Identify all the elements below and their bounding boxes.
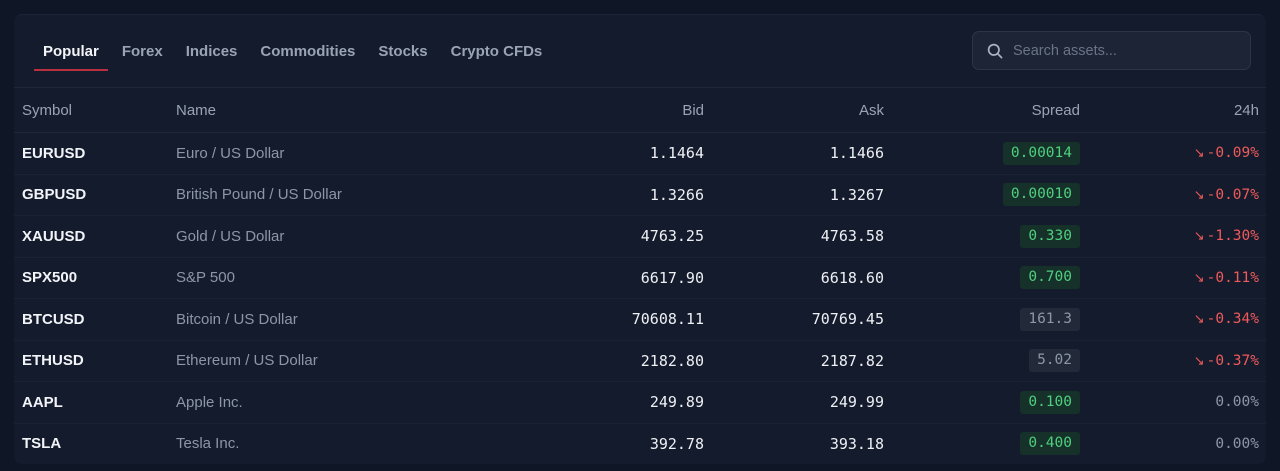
change-value: -0.37% xyxy=(1206,352,1259,369)
spread-badge: 0.00014 xyxy=(1002,141,1080,165)
name-cell: Ethereum / US Dollar xyxy=(176,340,476,382)
table-header-row: Symbol Name Bid Ask Spread 24h xyxy=(14,87,1266,133)
ask-cell: 1.3267 xyxy=(704,174,884,216)
tab-crypto-cfds[interactable]: Crypto CFDs xyxy=(442,35,552,71)
symbol-cell: GBPUSD xyxy=(14,174,176,216)
change-value: -0.34% xyxy=(1206,311,1259,328)
table-row[interactable]: AAPL Apple Inc. 249.89 249.99 0.100 0.00% xyxy=(14,381,1266,424)
change-cell: ↘ -0.07% xyxy=(1080,174,1266,216)
search-box[interactable] xyxy=(972,31,1251,70)
name-cell: Apple Inc. xyxy=(176,381,476,424)
spread-cell: 5.02 xyxy=(884,340,1080,382)
name-cell: Gold / US Dollar xyxy=(176,215,476,258)
spread-badge: 5.02 xyxy=(1029,349,1080,373)
ask-cell: 6618.60 xyxy=(704,257,884,299)
ask-cell: 4763.58 xyxy=(704,215,884,258)
change-cell: ↘ -0.34% xyxy=(1080,298,1266,341)
spread-badge: 0.330 xyxy=(1020,224,1080,248)
symbol-cell: AAPL xyxy=(14,381,176,424)
table-row[interactable]: BTCUSD Bitcoin / US Dollar 70608.11 70769.4… xyxy=(14,298,1266,341)
tab-commodities[interactable]: Commodities xyxy=(251,35,364,71)
change-cell: ↘ -0.09% xyxy=(1080,132,1266,175)
column-header-symbol[interactable]: Symbol xyxy=(14,87,176,133)
spread-badge: 0.400 xyxy=(1020,432,1080,456)
ask-cell: 393.18 xyxy=(704,423,884,464)
bid-cell: 249.89 xyxy=(476,381,704,424)
search-input[interactable] xyxy=(1013,42,1233,59)
trend-down-icon: ↘ xyxy=(1193,270,1205,286)
spread-badge: 161.3 xyxy=(1020,307,1080,331)
change-cell: 0.00% xyxy=(1080,381,1266,424)
tab-forex[interactable]: Forex xyxy=(113,35,172,71)
trend-down-icon: ↘ xyxy=(1193,312,1205,328)
bid-cell: 2182.80 xyxy=(476,340,704,382)
symbol-cell: BTCUSD xyxy=(14,298,176,341)
bid-cell: 1.1464 xyxy=(476,132,704,175)
spread-cell: 0.00014 xyxy=(884,132,1080,175)
spread-cell: 161.3 xyxy=(884,298,1080,341)
category-tabs: Popular Forex Indices Commodities Stocks… xyxy=(34,35,556,71)
asset-panel: Popular Forex Indices Commodities Stocks… xyxy=(14,14,1266,464)
trend-down-icon: ↘ xyxy=(1193,229,1205,245)
change-value: -0.07% xyxy=(1206,186,1259,203)
spread-badge: 0.00010 xyxy=(1002,183,1080,207)
spread-badge: 0.700 xyxy=(1020,266,1080,290)
spread-cell: 0.100 xyxy=(884,381,1080,424)
symbol-cell: EURUSD xyxy=(14,132,176,175)
tab-indices[interactable]: Indices xyxy=(177,35,247,71)
tab-stocks[interactable]: Stocks xyxy=(369,35,436,71)
change-cell: ↘ -1.30% xyxy=(1080,215,1266,258)
bid-cell: 392.78 xyxy=(476,423,704,464)
change-value: 0.00% xyxy=(1215,435,1259,452)
symbol-cell: XAUUSD xyxy=(14,215,176,258)
spread-cell: 0.330 xyxy=(884,215,1080,258)
table-row[interactable]: SPX500 S&P 500 6617.90 6618.60 0.700 ↘ -0.11% xyxy=(14,257,1266,299)
column-header-bid[interactable]: Bid xyxy=(476,87,704,133)
change-value: -0.09% xyxy=(1206,145,1259,162)
bid-cell: 70608.11 xyxy=(476,298,704,341)
bid-cell: 4763.25 xyxy=(476,215,704,258)
name-cell: Euro / US Dollar xyxy=(176,132,476,175)
table-body: EURUSD Euro / US Dollar 1.1464 1.1466 0.0001… xyxy=(14,132,1266,464)
table-row[interactable]: GBPUSD British Pound / US Dollar 1.3266 1.3… xyxy=(14,174,1266,216)
name-cell: Tesla Inc. xyxy=(176,423,476,464)
column-header-name[interactable]: Name xyxy=(176,87,476,133)
column-header-spread[interactable]: Spread xyxy=(884,87,1080,133)
bid-cell: 6617.90 xyxy=(476,257,704,299)
change-value: 0.00% xyxy=(1215,394,1259,411)
symbol-cell: SPX500 xyxy=(14,257,176,299)
change-value: -1.30% xyxy=(1206,228,1259,245)
ask-cell: 2187.82 xyxy=(704,340,884,382)
change-cell: 0.00% xyxy=(1080,423,1266,464)
table-row[interactable]: EURUSD Euro / US Dollar 1.1464 1.1466 0.0001… xyxy=(14,132,1266,175)
name-cell: British Pound / US Dollar xyxy=(176,174,476,216)
trend-down-icon: ↘ xyxy=(1193,146,1205,162)
assets-table: Symbol Name Bid Ask Spread 24h EURUSD Eur… xyxy=(14,87,1266,464)
asset-toolbar: Popular Forex Indices Commodities Stocks… xyxy=(14,15,1266,87)
spread-cell: 0.00010 xyxy=(884,174,1080,216)
symbol-cell: ETHUSD xyxy=(14,340,176,382)
spread-cell: 0.400 xyxy=(884,423,1080,464)
trend-down-icon: ↘ xyxy=(1193,187,1205,203)
table-row[interactable]: TSLA Tesla Inc. 392.78 393.18 0.400 0.00% xyxy=(14,423,1266,464)
symbol-cell: TSLA xyxy=(14,423,176,464)
trend-down-icon: ↘ xyxy=(1193,353,1205,369)
change-cell: ↘ -0.37% xyxy=(1080,340,1266,382)
spread-badge: 0.100 xyxy=(1020,390,1080,414)
ask-cell: 70769.45 xyxy=(704,298,884,341)
table-row[interactable]: XAUUSD Gold / US Dollar 4763.25 4763.58 0.33… xyxy=(14,215,1266,258)
ask-cell: 249.99 xyxy=(704,381,884,424)
change-cell: ↘ -0.11% xyxy=(1080,257,1266,299)
column-header-24h[interactable]: 24h xyxy=(1080,87,1266,133)
tab-popular[interactable]: Popular xyxy=(34,35,108,71)
change-value: -0.11% xyxy=(1206,269,1259,286)
column-header-ask[interactable]: Ask xyxy=(704,87,884,133)
bid-cell: 1.3266 xyxy=(476,174,704,216)
search-icon xyxy=(987,43,1003,58)
name-cell: Bitcoin / US Dollar xyxy=(176,298,476,341)
ask-cell: 1.1466 xyxy=(704,132,884,175)
table-row[interactable]: ETHUSD Ethereum / US Dollar 2182.80 2187.82… xyxy=(14,340,1266,382)
spread-cell: 0.700 xyxy=(884,257,1080,299)
name-cell: S&P 500 xyxy=(176,257,476,299)
